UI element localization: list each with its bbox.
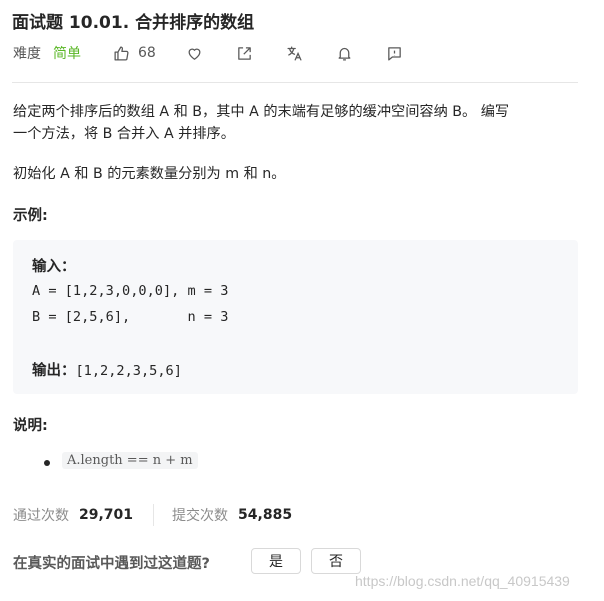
- stats-divider: [153, 504, 155, 526]
- code-line-b: B = [2,5,6], n = 3: [32, 309, 229, 325]
- yes-button[interactable]: 是: [251, 548, 301, 574]
- share-button[interactable]: [236, 45, 253, 62]
- note-code: A.length == n + m: [62, 452, 198, 469]
- translate-button[interactable]: [286, 45, 303, 62]
- stats-bar: 通过次数 29,701 提交次数 54,885: [13, 504, 292, 526]
- no-button[interactable]: 否: [311, 548, 361, 574]
- divider: [12, 82, 578, 83]
- problem-meta-bar: 难度 简单 68: [13, 42, 403, 64]
- favorite-button[interactable]: [186, 45, 203, 62]
- description-line: 给定两个排序后的数组 A 和 B，其中 A 的末端有足够的缓冲空间容纳 B。 编…: [13, 104, 510, 120]
- heart-icon: [188, 48, 201, 60]
- bell-icon: [338, 47, 351, 61]
- thumbs-up-icon: [114, 45, 129, 61]
- feedback-button[interactable]: [386, 45, 403, 62]
- difficulty-label: 难度: [13, 46, 41, 62]
- description-line: 一个方法，将 B 合并入 A 并排序。: [13, 126, 235, 142]
- output-line: 输出：[1,2,2,3,5,6]: [32, 359, 182, 380]
- accepted-count: 29,701: [79, 507, 134, 523]
- description-paragraph: 给定两个排序后的数组 A 和 B，其中 A 的末端有足够的缓冲空间容纳 B。 编…: [13, 101, 509, 145]
- feedback-icon: [388, 46, 401, 61]
- output-value: [1,2,2,3,5,6]: [75, 363, 182, 379]
- difficulty-badge: 简单: [53, 46, 81, 62]
- notes-heading: 说明:: [13, 418, 48, 434]
- subscribe-button[interactable]: [336, 45, 353, 62]
- code-line-a: A = [1,2,3,0,0,0], m = 3: [32, 283, 229, 299]
- like-count: 68: [138, 45, 156, 61]
- description-paragraph-2: 初始化 A 和 B 的元素数量分别为 m 和 n。: [13, 166, 286, 182]
- like-button[interactable]: 68: [113, 45, 156, 62]
- input-label: 输入：: [32, 259, 76, 275]
- submissions-label: 提交次数: [172, 508, 229, 524]
- example-heading: 示例:: [13, 208, 48, 224]
- watermark: https://blog.csdn.net/qq_40915439: [355, 573, 570, 589]
- submissions-count: 54,885: [238, 507, 293, 523]
- output-label: 输出：: [32, 363, 76, 379]
- translate-icon: [287, 45, 302, 61]
- list-bullet: [44, 460, 50, 466]
- problem-title: 面试题 10.01. 合并排序的数组: [12, 13, 255, 33]
- interview-question: 在真实的面试中遇到过这道题?: [13, 556, 210, 572]
- share-icon: [238, 46, 251, 60]
- example-code-block: 输入： A = [1,2,3,0,0,0], m = 3 B = [2,5,6]…: [13, 240, 578, 394]
- accepted-label: 通过次数: [13, 508, 69, 524]
